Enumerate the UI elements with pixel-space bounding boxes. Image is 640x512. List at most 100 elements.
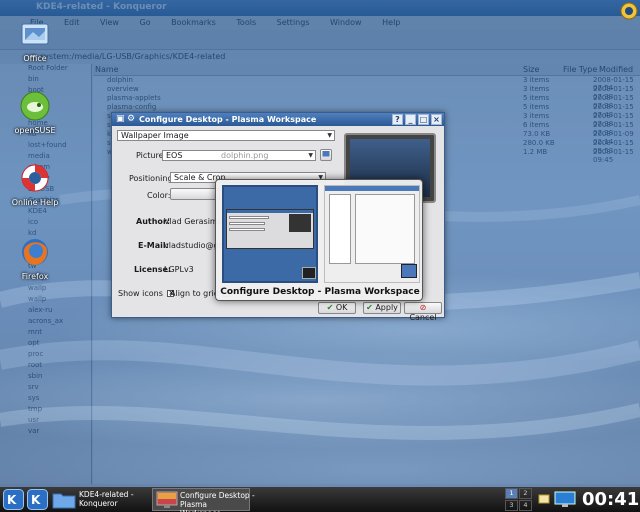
lifebuoy-icon [21, 164, 49, 192]
tree-item[interactable]: tmp [0, 405, 91, 416]
help-title-button[interactable]: ? [392, 114, 403, 125]
picture-combo[interactable]: EOS dolphin.png ▼ [162, 150, 316, 161]
file-name: plasma-applets [107, 94, 161, 102]
tree-item[interactable]: usr [0, 416, 91, 427]
menu-tools[interactable]: Tools [236, 18, 256, 27]
network-monitor-icon[interactable] [554, 491, 576, 508]
pager-desktop-4[interactable]: 4 [519, 500, 532, 511]
file-modified: 2008-01-15 09:45 [593, 148, 634, 164]
tree-item[interactable]: sys [0, 394, 91, 405]
column-name[interactable]: Name [95, 65, 119, 74]
minimize-button[interactable]: _ [405, 114, 416, 125]
location-bar[interactable]: system:/media/LG-USB/Graphics/KDE4-relat… [0, 50, 640, 64]
menu-go[interactable]: Go [140, 18, 151, 27]
tree-item[interactable]: sbin [0, 372, 91, 383]
switcher-thumb-konqueror[interactable] [324, 185, 420, 283]
file-size: 3 items [523, 85, 550, 93]
ok-button[interactable]: ✔ OK [318, 302, 356, 314]
tree-item[interactable]: var [0, 427, 91, 438]
cancel-label: Cancel [409, 313, 437, 322]
kde-menu-icon[interactable]: K [3, 489, 24, 510]
cancel-icon: ⊘ [419, 303, 427, 312]
column-size[interactable]: Size [523, 65, 539, 74]
tree-item[interactable]: Root Folder [0, 64, 91, 75]
cancel-button[interactable]: ⊘ Cancel [404, 302, 442, 322]
show-icons-option[interactable]: Show icons × [118, 289, 176, 298]
tree-item[interactable]: opt [0, 339, 91, 350]
firefox-icon [22, 239, 48, 265]
file-size: 5 items [523, 94, 550, 102]
taskbar: K K KDE4-related - Konqueror Configure D… [0, 487, 640, 512]
column-modified[interactable]: Modified [599, 65, 633, 74]
file-size: 6 items [523, 121, 550, 129]
apply-label: Apply [375, 303, 398, 312]
file-row[interactable]: plasma-applets 5 items 2008-01-15 07:38 [93, 94, 640, 110]
notes-icon[interactable] [538, 493, 550, 505]
desktop-pager[interactable]: 1 2 3 4 [505, 488, 533, 511]
clock[interactable]: 00:41 [582, 489, 639, 510]
picture-value: EOS [166, 151, 183, 160]
menu-edit[interactable]: Edit [64, 18, 80, 27]
color-picker-button[interactable] [170, 188, 220, 200]
file-size: 73.0 KB [523, 130, 551, 138]
tree-item[interactable]: proc [0, 350, 91, 361]
open-picture-button[interactable] [320, 149, 332, 161]
menu-view[interactable]: View [100, 18, 119, 27]
file-row[interactable]: plasma-config 5 items 2008-01-15 07:43 [93, 103, 640, 119]
tree-item[interactable]: lost+found [0, 141, 91, 152]
close-button[interactable]: × [431, 114, 442, 125]
task-konqueror[interactable]: KDE4-related - Konqueror [52, 488, 148, 511]
dialog-title: Configure Desktop - Plasma Workspace [139, 115, 317, 124]
file-row[interactable]: overview 3 items 2008-01-15 07:38 [93, 85, 640, 101]
pager-desktop-1[interactable]: 1 [505, 488, 518, 499]
office-folder-icon [21, 23, 49, 45]
menu-settings[interactable]: Settings [277, 18, 310, 27]
tree-item[interactable]: ico [0, 218, 91, 229]
task-configure-desktop[interactable]: Configure Desktop - Plasma Workspace [152, 488, 255, 512]
wallpaper-mode-combo[interactable]: Wallpaper Image ▼ [117, 130, 335, 141]
tree-item[interactable]: mnt [0, 328, 91, 339]
kde-corner-icon[interactable] [620, 2, 638, 20]
file-name: overview [107, 85, 139, 93]
chevron-down-icon: ▼ [308, 152, 313, 159]
file-size: 3 items [523, 112, 550, 120]
pager-desktop-2[interactable]: 2 [519, 488, 532, 499]
desktop-icon-office[interactable]: Office [6, 18, 64, 63]
konqueror-menubar: File Edit View Go Bookmarks Tools Settin… [0, 16, 640, 30]
tree-item[interactable]: wallp [0, 284, 91, 295]
folder-icon [52, 493, 76, 509]
desktop-icon-firefox[interactable]: Firefox [6, 236, 64, 281]
dialog-menu-icon[interactable]: ▣ [116, 114, 125, 124]
tree-item[interactable]: acrons_ax [0, 317, 91, 328]
tree-item[interactable]: bin [0, 75, 91, 86]
color-label: Color: [147, 191, 171, 200]
thumb-dialog-preview [226, 209, 314, 249]
menu-bookmarks[interactable]: Bookmarks [171, 18, 216, 27]
tree-item[interactable]: root [0, 361, 91, 372]
menu-help[interactable]: Help [382, 18, 400, 27]
konqueror-titlebar[interactable]: KDE4-related - Konqueror [0, 0, 640, 16]
dialog-titlebar[interactable]: ▣ ⚙ Configure Desktop - Plasma Workspace… [112, 113, 444, 126]
menu-window[interactable]: Window [330, 18, 362, 27]
tree-item[interactable]: alex-ru [0, 306, 91, 317]
configure-app-icon [302, 267, 316, 279]
konqueror-toolbar [0, 30, 640, 50]
kde-launcher-icon[interactable]: K [27, 489, 48, 510]
desktop-icon-label: Firefox [21, 272, 49, 281]
switcher-thumb-configure[interactable] [222, 185, 318, 283]
file-list-header: Name Size File Type Modified [93, 64, 640, 76]
desktop-icon-label: openSUSE [14, 126, 56, 135]
tree-item[interactable]: srv [0, 383, 91, 394]
svg-text:K: K [7, 493, 17, 507]
pager-desktop-3[interactable]: 3 [505, 500, 518, 511]
switcher-caption: Configure Desktop - Plasma Workspace [220, 287, 420, 297]
desktop-icon-opensuse[interactable]: openSUSE [6, 90, 64, 135]
tree-item[interactable]: wallp [0, 295, 91, 306]
file-row[interactable]: dolphin 3 items 2008-01-15 07:54 [93, 76, 640, 92]
column-type[interactable]: File Type [563, 65, 597, 74]
maximize-button[interactable]: □ [418, 114, 429, 125]
konqueror-app-icon [401, 264, 417, 278]
desktop-icon-online-help[interactable]: Online Help [6, 162, 64, 207]
tree-item[interactable]: KDE4 [0, 207, 91, 218]
apply-button[interactable]: ✔ Apply [363, 302, 401, 314]
